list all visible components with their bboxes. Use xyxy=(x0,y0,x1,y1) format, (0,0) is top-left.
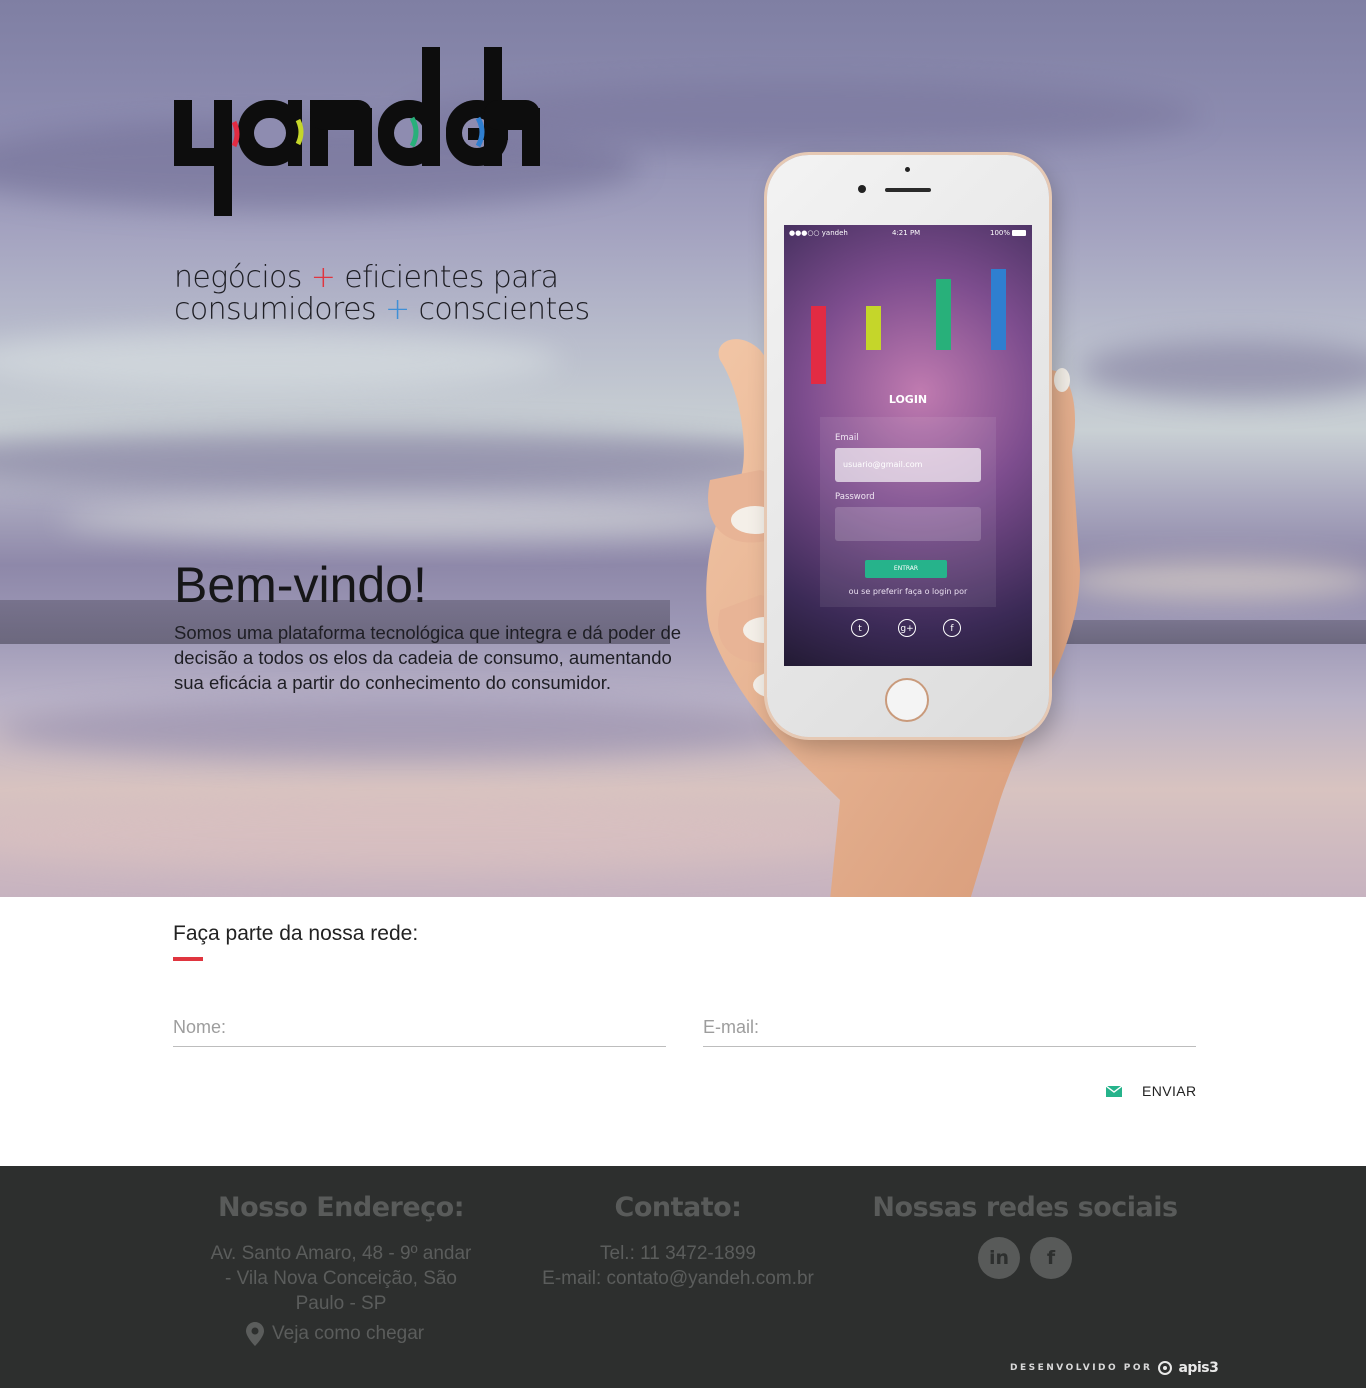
developer-credit[interactable]: DESENVOLVIDO POR apis3 xyxy=(1010,1360,1219,1376)
address-column: Nosso Endereço: Av. Santo Amaro, 48 - 9º… xyxy=(210,1192,472,1316)
tagline-text: consumidores xyxy=(174,292,377,327)
linkedin-icon[interactable]: in xyxy=(978,1237,1020,1279)
email-input[interactable] xyxy=(703,1008,1196,1047)
plus-symbol: + xyxy=(384,292,410,327)
phone-sensor xyxy=(905,167,910,172)
directions-link[interactable]: Veja como chegar xyxy=(246,1322,424,1346)
phone-camera xyxy=(858,185,866,193)
battery-label: 100% xyxy=(990,229,1011,237)
phone-speaker xyxy=(885,188,931,192)
contact-column: Contato: Tel.: 11 3472-1899 E-mail: cont… xyxy=(520,1192,836,1291)
intro-paragraph: Somos uma plataforma tecnológica que int… xyxy=(174,622,682,693)
contact-email-link[interactable]: E-mail: contato@yandeh.com.br xyxy=(520,1266,836,1291)
contact-phone: Tel.: 11 3472-1899 xyxy=(600,1243,756,1264)
login-title: LOGIN xyxy=(888,393,928,406)
facebook-icon[interactable]: f xyxy=(1030,1237,1072,1279)
address-text: Av. Santo Amaro, 48 - 9º andar - Vila No… xyxy=(210,1243,472,1314)
carrier-label: ●●●○○ yandeh xyxy=(789,229,848,237)
signup-title: Faça parte da nossa rede: xyxy=(173,922,419,945)
map-pin-icon xyxy=(246,1322,264,1346)
battery-icon xyxy=(1012,230,1026,236)
twitter-icon: t xyxy=(851,619,869,637)
phone-screen: ●●●○○ yandeh 4:21 PM 100% LOGIN Email us… xyxy=(784,225,1032,666)
name-input[interactable] xyxy=(173,1008,666,1047)
send-button[interactable]: ENVIAR xyxy=(1106,1080,1197,1102)
tagline-text: eficientes para xyxy=(344,260,559,295)
alt-login-text: ou se preferir faça o login por xyxy=(848,587,968,596)
tagline: negócios + eficientes para consumidores … xyxy=(174,262,590,326)
password-label: Password xyxy=(835,492,875,502)
brand-bar-blue xyxy=(991,269,1006,350)
phone-mockup: ●●●○○ yandeh 4:21 PM 100% LOGIN Email us… xyxy=(767,155,1049,737)
directions-label: Veja como chegar xyxy=(272,1323,425,1344)
phone-login-button: ENTRAR xyxy=(865,560,947,578)
tagline-text: conscientes xyxy=(418,292,590,327)
credit-label: DESENVOLVIDO POR xyxy=(1010,1363,1153,1373)
time-label: 4:21 PM xyxy=(892,229,921,237)
apis-logo-icon xyxy=(1158,1361,1173,1375)
facebook-icon: f xyxy=(943,619,961,637)
address-title: Nosso Endereço: xyxy=(217,1192,465,1223)
email-label: Email xyxy=(835,433,859,443)
status-bar: ●●●○○ yandeh 4:21 PM 100% xyxy=(784,225,1032,241)
phone-email-input: usuario@gmail.com xyxy=(835,448,981,482)
hero-section: yandeh negócios + eficien xyxy=(0,0,1366,897)
send-label: ENVIAR xyxy=(1142,1083,1197,1099)
contact-title: Contato: xyxy=(614,1192,742,1223)
title-accent-line xyxy=(173,957,203,961)
tagline-text: negócios xyxy=(174,260,302,295)
credit-brand: apis3 xyxy=(1178,1360,1219,1376)
phone-password-input xyxy=(835,507,981,541)
social-column: Nossas redes sociais xyxy=(870,1192,1180,1223)
envelope-icon xyxy=(1106,1085,1122,1097)
plus-symbol: + xyxy=(310,260,336,295)
social-title: Nossas redes sociais xyxy=(872,1192,1178,1223)
login-form: Email usuario@gmail.com Password xyxy=(820,417,996,607)
phone-home-button xyxy=(885,678,929,722)
welcome-heading: Bem-vindo! xyxy=(174,557,427,613)
brand-bar-yellow xyxy=(866,306,881,350)
brand-bar-red xyxy=(811,306,826,384)
yandeh-logo: yandeh xyxy=(174,47,540,216)
brand-bar-green xyxy=(936,279,951,350)
google-plus-icon: g+ xyxy=(898,619,916,637)
